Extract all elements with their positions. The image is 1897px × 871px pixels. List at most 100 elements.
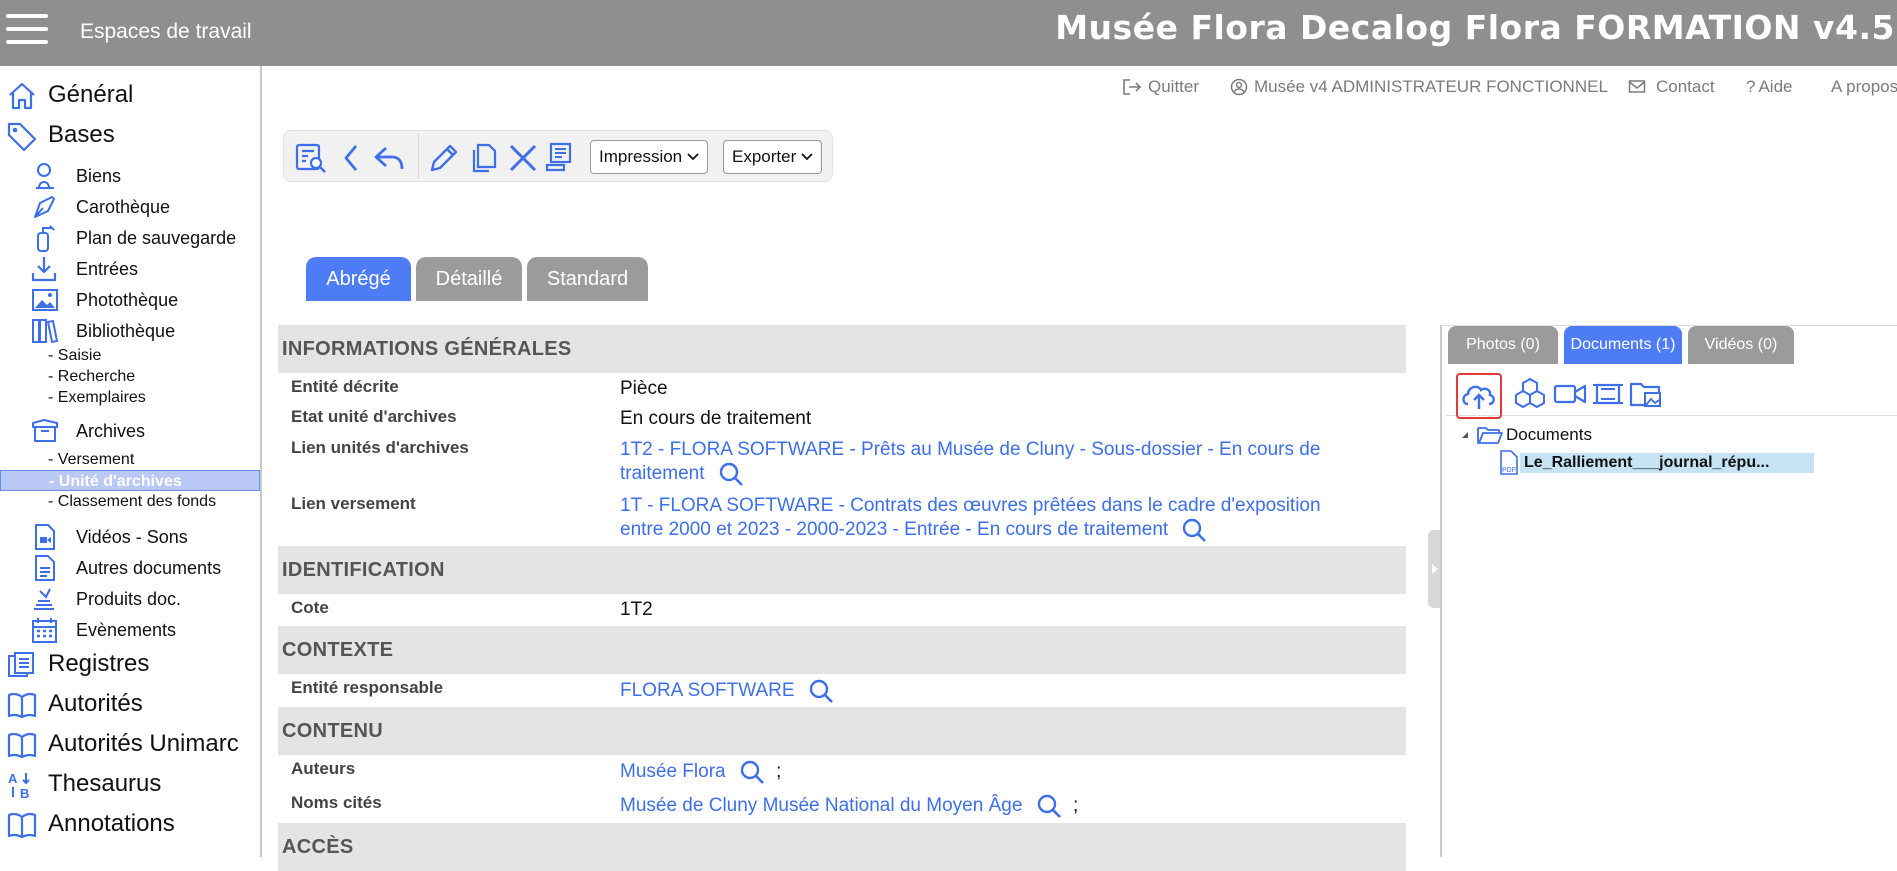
help-link[interactable]: ? Aide <box>1746 77 1793 97</box>
nav-autorites[interactable]: Autorités <box>0 684 260 724</box>
nav-registres-label: Registres <box>48 650 150 677</box>
tab-documents[interactable]: Documents (1) <box>1564 326 1682 364</box>
pdf-file-icon: PDF <box>1500 450 1518 475</box>
section-contenu: CONTENU <box>278 707 1406 755</box>
nav-bibliotheque[interactable]: Bibliothèque <box>0 315 260 346</box>
tree-file-name[interactable]: Le_Ralliement___journal_répu... <box>1520 453 1814 473</box>
stamp-icon[interactable] <box>542 141 576 175</box>
nav-exemplaires[interactable]: - Exemplaires <box>0 387 260 408</box>
about-link[interactable]: A propos <box>1831 77 1897 97</box>
nav-general[interactable]: Général <box>0 75 260 115</box>
nav-annotations-label: Annotations <box>48 810 175 837</box>
nav-unite-archives[interactable]: - Unité d'archives <box>0 470 260 491</box>
tab-standard[interactable]: Standard <box>527 257 648 301</box>
delete-x-icon[interactable] <box>506 141 540 175</box>
nav-archives[interactable]: Archives <box>0 415 260 446</box>
nav-biens[interactable]: Biens <box>0 160 260 191</box>
stack-icon <box>34 588 54 610</box>
nav-carotheque-label: Carothèque <box>76 197 171 217</box>
search-icon[interactable] <box>739 759 765 785</box>
tab-detaille[interactable]: Détaillé <box>416 257 522 301</box>
nav-plan-label: Plan de sauvegarde <box>76 228 237 248</box>
nav-thesaurus[interactable]: AB Thesaurus <box>0 764 260 804</box>
field-entite-decrite: Entité décrite Pièce <box>278 373 1406 403</box>
workspaces-link[interactable]: Espaces de travail <box>80 20 252 44</box>
tree-folder-documents[interactable]: Documents <box>1460 424 1592 446</box>
field-label: Noms cités <box>291 793 382 812</box>
nav-entrees-label: Entrées <box>76 259 139 279</box>
tab-videos[interactable]: Vidéos (0) <box>1688 326 1794 364</box>
list-search-icon[interactable] <box>294 141 328 175</box>
nav-entrees[interactable]: Entrées <box>0 253 260 284</box>
entite-responsable-link[interactable]: FLORA SOFTWARE <box>620 680 795 701</box>
undo-icon[interactable] <box>372 141 406 175</box>
nav-bases[interactable]: Bases <box>0 115 260 155</box>
nav-phototheque[interactable]: Photothèque <box>0 284 260 315</box>
section-informations-generales: INFORMATIONS GÉNÉRALES <box>278 325 1406 373</box>
nav-autorites-unimarc-label: Autorités Unimarc <box>48 730 239 757</box>
nav-carotheque[interactable]: Carothèque <box>0 191 260 222</box>
noms-cites-link[interactable]: Musée de Cluny Musée National du Moyen Â… <box>620 795 1022 816</box>
hamburger-icon[interactable] <box>6 14 48 46</box>
tree-expander-icon[interactable] <box>1460 430 1470 440</box>
nav-evenements[interactable]: Evènements <box>0 614 260 645</box>
field-cote: Cote 1T2 <box>278 594 1406 626</box>
sidebar: Général Bases Biens Carothèque Plan de s… <box>0 66 262 857</box>
export-select[interactable]: Exporter <box>723 140 822 174</box>
nav-videos[interactable]: Vidéos - Sons <box>0 521 260 552</box>
home-icon <box>9 82 35 110</box>
field-label: Entité responsable <box>291 678 444 697</box>
nav-registres[interactable]: Registres <box>0 644 260 684</box>
nav-classement[interactable]: - Classement des fonds <box>0 491 260 512</box>
nav-produits[interactable]: Produits doc. <box>0 583 260 614</box>
upload-button[interactable] <box>1456 373 1502 419</box>
chevron-left-icon[interactable] <box>336 141 370 175</box>
user-link[interactable]: Musée v4 ADMINISTRATEUR FONCTIONNEL <box>1230 77 1608 97</box>
search-icon[interactable] <box>1181 517 1207 543</box>
field-value: Pièce <box>620 378 668 399</box>
tree-file-item[interactable]: PDF Le_Ralliement___journal_répu... <box>1498 450 1814 476</box>
field-lien-versement: Lien versement 1T - FLORA SOFTWARE - Con… <box>278 490 1406 546</box>
tab-photos[interactable]: Photos (0) <box>1448 326 1558 364</box>
field-value: 1T2 - FLORA SOFTWARE - Prêts au Musée de… <box>620 438 1366 487</box>
quit-link[interactable]: Quitter <box>1122 77 1199 97</box>
copy-icon[interactable] <box>467 141 501 175</box>
search-icon[interactable] <box>808 678 834 704</box>
book-open-icon <box>7 692 37 719</box>
help-label: Aide <box>1758 77 1793 96</box>
film-strip-icon[interactable] <box>1590 376 1626 412</box>
print-select[interactable]: Impression <box>590 140 708 174</box>
nav-autres-documents[interactable]: Autres documents <box>0 552 260 583</box>
nav-autorites-unimarc[interactable]: Autorités Unimarc <box>0 724 260 764</box>
search-icon[interactable] <box>1036 793 1062 819</box>
nav-bibliotheque-label: Bibliothèque <box>76 321 176 341</box>
book-open-icon <box>7 732 37 759</box>
field-label: Lien versement <box>291 494 416 513</box>
user-circle-icon <box>1230 78 1248 96</box>
cubes-icon[interactable] <box>1512 376 1548 412</box>
fire-extinguisher-icon <box>37 225 55 252</box>
contact-link[interactable]: Contact <box>1628 77 1715 97</box>
nav-versement[interactable]: - Versement <box>0 449 260 470</box>
field-noms-cites: Noms cités Musée de Cluny Musée National… <box>278 789 1406 823</box>
field-value: Musée Flora ; <box>620 759 1366 785</box>
nav-archives-label: Archives <box>76 421 146 441</box>
lien-versement-link[interactable]: 1T - FLORA SOFTWARE - Contrats des œuvre… <box>620 495 1321 540</box>
download-icon <box>31 257 57 282</box>
nav-autorites-label: Autorités <box>48 690 143 717</box>
field-label: Lien unités d'archives <box>291 438 469 457</box>
record-form: INFORMATIONS GÉNÉRALES Entité décrite Pi… <box>278 325 1406 871</box>
pencil-icon[interactable] <box>427 141 461 175</box>
nav-saisie[interactable]: - Saisie <box>0 345 260 366</box>
field-lien-unites: Lien unités d'archives 1T2 - FLORA SOFTW… <box>278 434 1406 490</box>
nav-plan[interactable]: Plan de sauvegarde <box>0 222 260 253</box>
auteurs-link[interactable]: Musée Flora <box>620 761 726 782</box>
video-camera-icon[interactable] <box>1552 376 1588 412</box>
nav-annotations[interactable]: Annotations <box>0 804 260 844</box>
export-select-value: Exporter <box>732 147 797 166</box>
tab-abrege[interactable]: Abrégé <box>306 257 411 301</box>
media-toolbar <box>1446 370 1897 419</box>
folder-image-icon[interactable] <box>1628 376 1664 412</box>
search-icon[interactable] <box>718 461 744 487</box>
nav-recherche[interactable]: - Recherche <box>0 366 260 387</box>
